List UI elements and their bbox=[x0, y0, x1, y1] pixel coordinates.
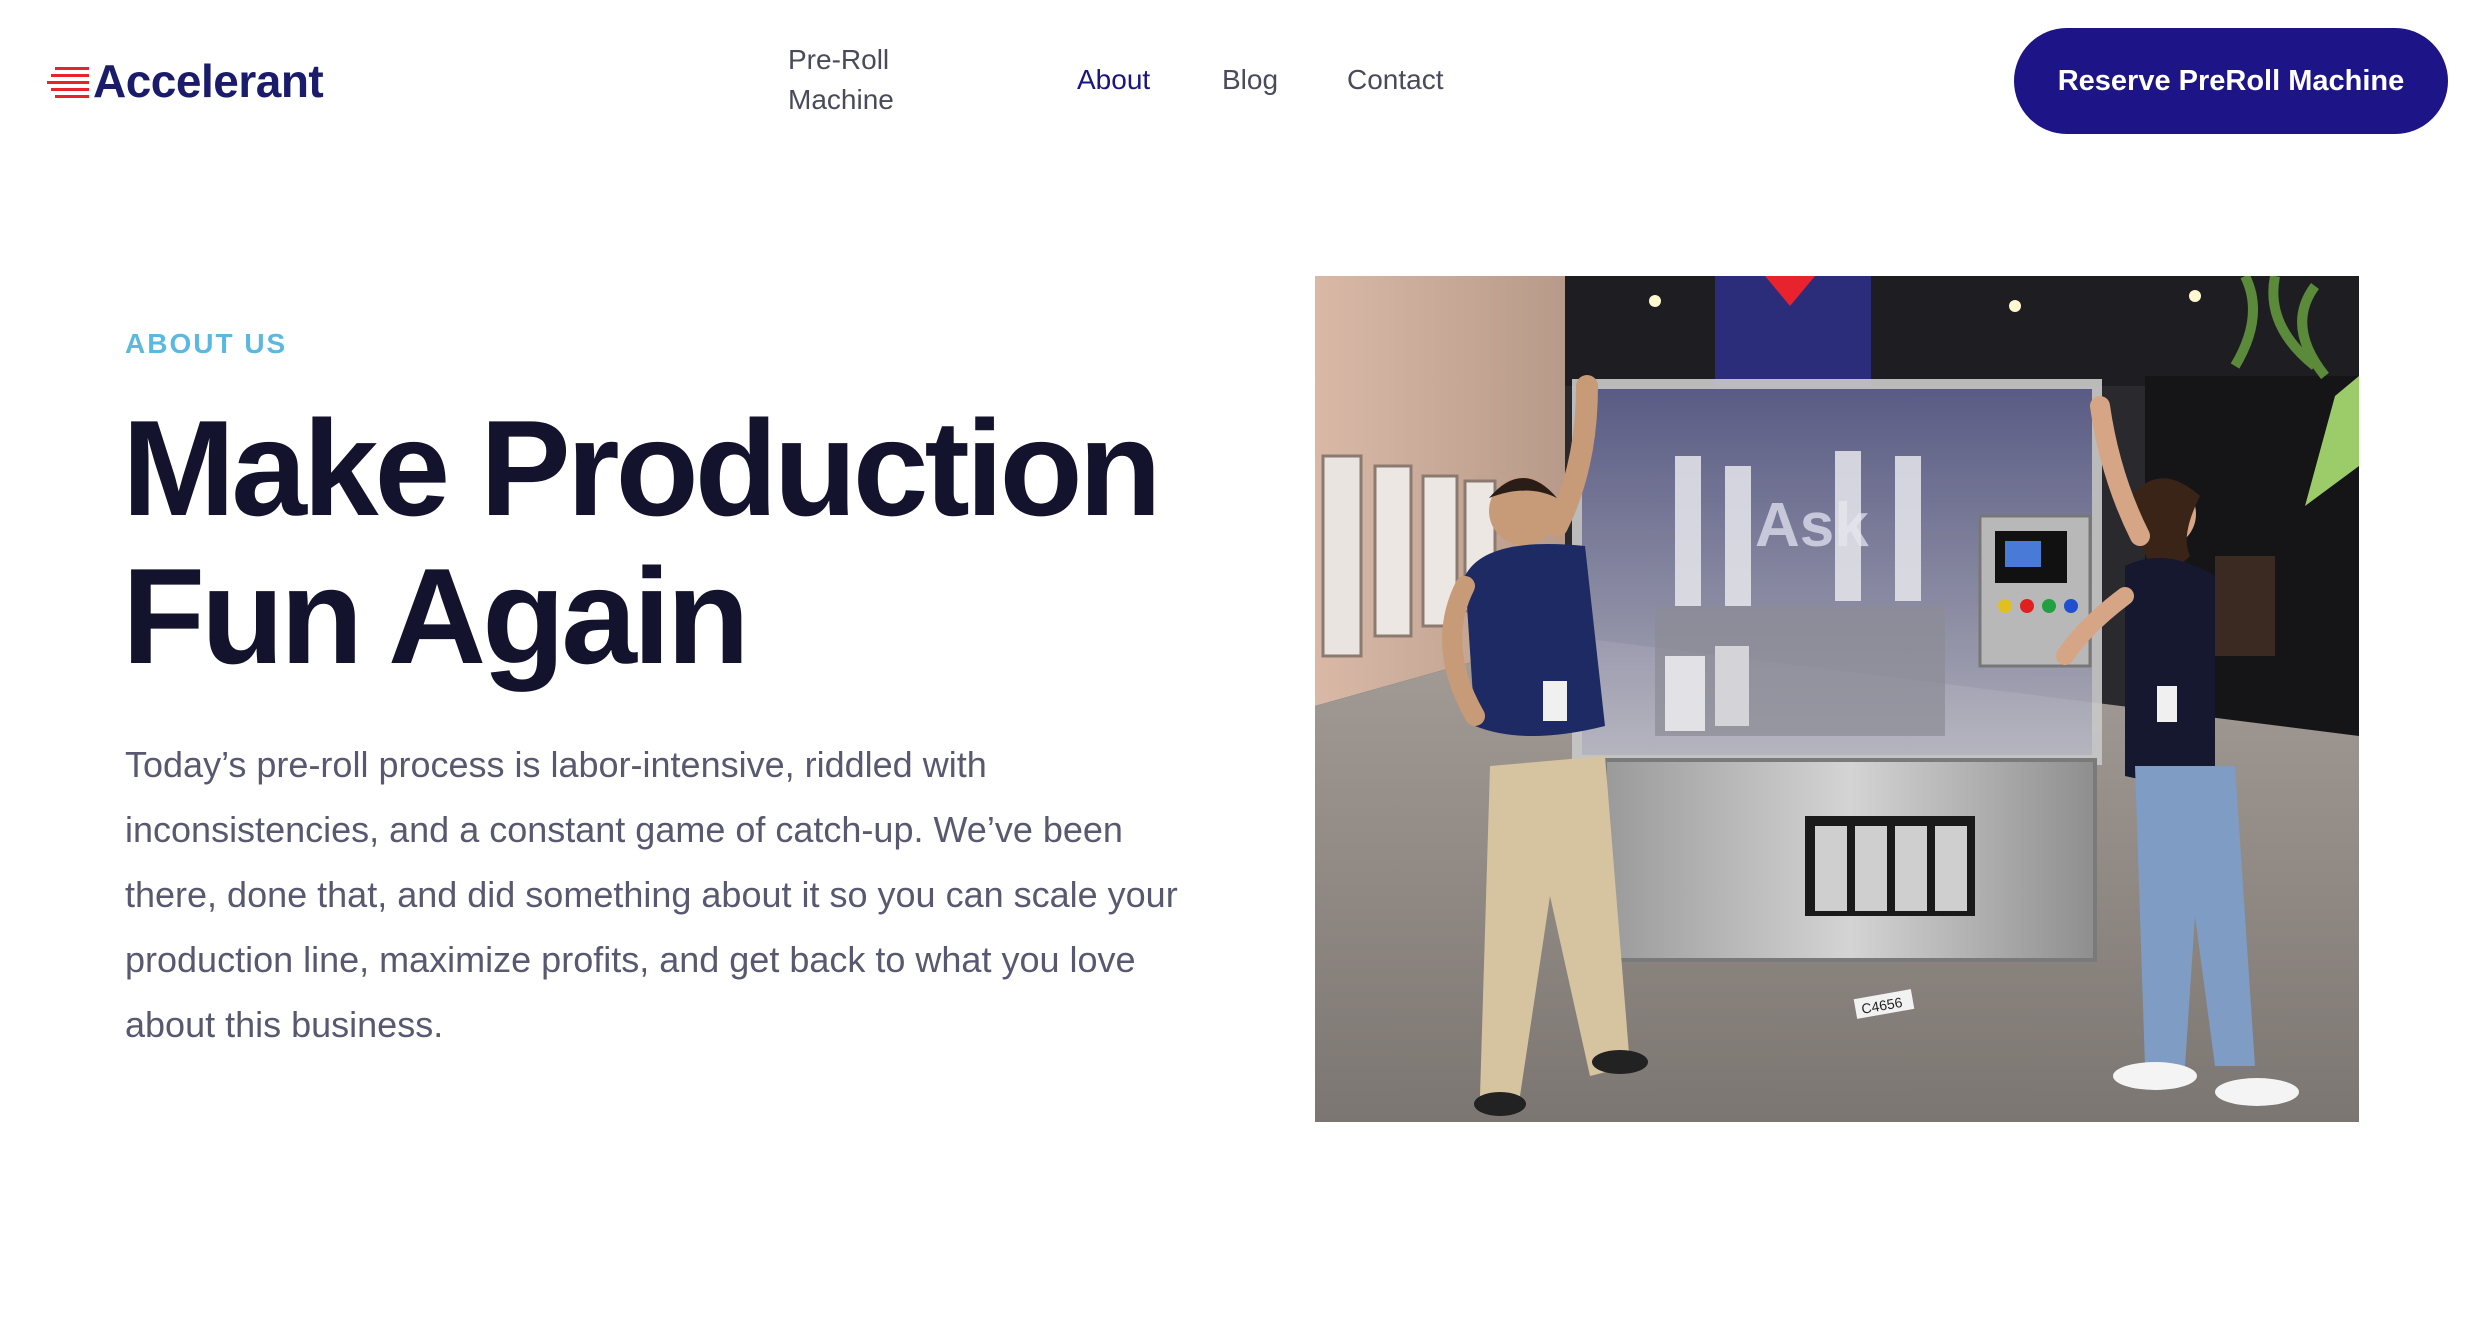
trade-show-photo: Ask C4656 bbox=[1315, 276, 2359, 1122]
reserve-preroll-button[interactable]: Reserve PreRoll Machine bbox=[2014, 28, 2448, 134]
logo-link[interactable]: Accelerant bbox=[45, 46, 324, 116]
headline-line-1: Make Production bbox=[122, 392, 1162, 544]
nav-preroll-line2: Machine bbox=[788, 84, 894, 115]
hero-headline: Make Production Fun Again bbox=[122, 394, 1222, 690]
nav-preroll-machine[interactable]: Pre-Roll Machine bbox=[788, 40, 928, 120]
photo-illustration: Ask C4656 bbox=[1315, 276, 2359, 1122]
nav-about[interactable]: About bbox=[1077, 60, 1150, 100]
nav-preroll-line1: Pre-Roll bbox=[788, 44, 890, 75]
hero-body: Today’s pre-roll process is labor-intens… bbox=[125, 744, 1178, 1045]
speed-lines-icon bbox=[47, 67, 89, 98]
nav-blog[interactable]: Blog bbox=[1222, 60, 1278, 100]
nav-contact[interactable]: Contact bbox=[1347, 60, 1444, 100]
site-header: Accelerant Pre-Roll Machine About Blog C… bbox=[0, 0, 2472, 160]
section-eyebrow: ABOUT US bbox=[125, 328, 288, 359]
logo-text: Accelerant bbox=[93, 55, 324, 107]
headline-line-2: Fun Again bbox=[122, 540, 750, 692]
